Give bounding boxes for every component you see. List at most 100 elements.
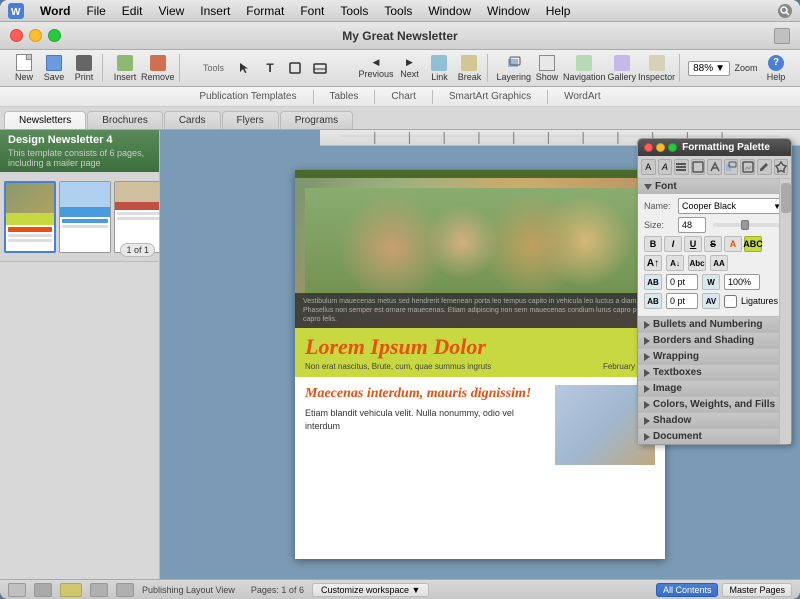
link-button[interactable]: Link <box>425 54 453 82</box>
maximize-button[interactable] <box>48 29 61 42</box>
menu-view[interactable]: View <box>158 4 184 18</box>
menu-work[interactable]: Window <box>487 4 530 18</box>
remove-button[interactable]: Remove <box>141 54 175 82</box>
status-view-btn-1[interactable] <box>8 583 26 597</box>
palette-close[interactable] <box>644 143 653 152</box>
ab2-btn[interactable]: AB <box>644 293 662 309</box>
textboxes-section-header[interactable]: Textboxes <box>638 365 791 381</box>
palette-btn-3[interactable] <box>674 159 689 175</box>
menu-window[interactable]: Window <box>428 4 471 18</box>
gallery-button[interactable]: Gallery <box>608 54 637 82</box>
doc-headline[interactable]: Lorem Ipsum Dolor <box>305 334 655 360</box>
status-view-btn-3[interactable] <box>90 583 108 597</box>
previous-button[interactable]: ◀ Previous <box>358 54 393 82</box>
palette-zoom[interactable] <box>668 143 677 152</box>
palette-btn-7[interactable] <box>740 159 755 175</box>
palette-btn-6[interactable] <box>724 159 739 175</box>
shadow-section-header[interactable]: Shadow <box>638 413 791 429</box>
tab-programs[interactable]: Programs <box>280 111 353 129</box>
print-button[interactable]: Print <box>70 54 98 82</box>
layering-button[interactable]: Layering <box>496 54 531 82</box>
color-A-button[interactable]: A <box>724 236 742 252</box>
document-section-header[interactable]: Document <box>638 429 791 444</box>
ligatures-checkbox[interactable] <box>724 295 737 308</box>
colors-section-header[interactable]: Colors, Weights, and Fills <box>638 397 791 413</box>
ribbon-chart[interactable]: Chart <box>391 91 415 102</box>
palette-btn-5[interactable] <box>707 159 722 175</box>
menu-word[interactable]: Word <box>40 4 70 18</box>
image-tool[interactable] <box>309 54 331 82</box>
status-layout-btn[interactable] <box>60 583 82 597</box>
palette-minimize[interactable] <box>656 143 665 152</box>
thumbnail-1[interactable] <box>4 181 56 253</box>
save-button[interactable]: Save <box>40 54 68 82</box>
thumbnail-3[interactable] <box>114 181 159 253</box>
larger-btn[interactable]: A↑ <box>644 255 662 271</box>
palette-btn-8[interactable] <box>757 159 772 175</box>
slider-thumb[interactable] <box>741 220 749 230</box>
caps-btn[interactable]: Abc <box>688 255 706 271</box>
italic-button[interactable]: I <box>664 236 682 252</box>
tab-newsletters[interactable]: Newsletters <box>4 111 86 129</box>
status-view-btn-4[interactable] <box>116 583 134 597</box>
bold-button[interactable]: B <box>644 236 662 252</box>
link-tool[interactable] <box>284 54 306 82</box>
insert-button[interactable]: Insert <box>111 54 139 82</box>
tab-cards[interactable]: Cards <box>164 111 221 129</box>
av-btn[interactable]: AV <box>702 293 720 309</box>
close-button[interactable] <box>10 29 23 42</box>
spacing-input[interactable] <box>666 274 698 290</box>
menu-insert[interactable]: Insert <box>200 4 230 18</box>
palette-scrollbar[interactable] <box>779 179 791 444</box>
indent-input[interactable] <box>666 293 698 309</box>
font-name-dropdown[interactable]: Cooper Black ▼ <box>678 198 785 214</box>
ribbon-wordart[interactable]: WordArt <box>564 91 601 102</box>
minimize-button[interactable] <box>29 29 42 42</box>
font-size-slider[interactable] <box>713 223 782 227</box>
tab-brochures[interactable]: Brochures <box>87 111 163 129</box>
menu-file[interactable]: File <box>86 4 105 18</box>
font-section-header[interactable]: Font <box>638 179 791 194</box>
break-button[interactable]: Break <box>455 54 483 82</box>
strikethrough-button[interactable]: S <box>704 236 722 252</box>
palette-btn-1[interactable]: A <box>641 159 656 175</box>
image-section-header[interactable]: Image <box>638 381 791 397</box>
text-tool[interactable]: T <box>259 54 281 82</box>
inspector-button[interactable]: Inspector <box>638 54 675 82</box>
menu-edit[interactable]: Edit <box>122 4 143 18</box>
menu-font[interactable]: Font <box>300 4 324 18</box>
ribbon-tables[interactable]: Tables <box>330 91 359 102</box>
zoom-label-btn[interactable]: Zoom <box>732 54 760 82</box>
ribbon-smartart[interactable]: SmartArt Graphics <box>449 91 531 102</box>
next-button[interactable]: ▶ Next <box>395 54 423 82</box>
bullets-section-header[interactable]: Bullets and Numbering <box>638 317 791 333</box>
highlight-button[interactable]: ABC <box>744 236 762 252</box>
zoom-display[interactable]: 88% ▼ <box>688 61 730 76</box>
navigation-button[interactable]: Navigation <box>563 54 606 82</box>
show-button[interactable]: Show <box>533 54 561 82</box>
palette-btn-4[interactable] <box>691 159 706 175</box>
borders-section-header[interactable]: Borders and Shading <box>638 333 791 349</box>
menu-tools[interactable]: Tools <box>340 4 368 18</box>
help-button[interactable]: ? Help <box>762 54 790 82</box>
tab-flyers[interactable]: Flyers <box>222 111 279 129</box>
cursor-tool[interactable] <box>234 54 256 82</box>
underline-button[interactable]: U <box>684 236 702 252</box>
width-input[interactable] <box>724 274 760 290</box>
palette-scroll-thumb[interactable] <box>781 183 791 213</box>
palette-btn-9[interactable] <box>774 159 789 175</box>
thumbnail-2[interactable] <box>59 181 111 253</box>
ribbon-pub-templates[interactable]: Publication Templates <box>199 91 296 102</box>
menu-format[interactable]: Format <box>246 4 284 18</box>
allcaps-btn[interactable]: AA <box>710 255 728 271</box>
wrapping-section-header[interactable]: Wrapping <box>638 349 791 365</box>
status-view-btn-2[interactable] <box>34 583 52 597</box>
customize-button[interactable]: Customize workspace ▼ <box>312 583 429 597</box>
wv-btn[interactable]: W <box>702 274 720 290</box>
master-pages-button[interactable]: Master Pages <box>722 583 792 597</box>
menu-table[interactable]: Tools <box>384 4 412 18</box>
spotlight-icon[interactable] <box>778 4 792 18</box>
all-contents-button[interactable]: All Contents <box>656 583 719 597</box>
title-right-btn[interactable] <box>774 28 790 44</box>
ab-btn[interactable]: AB <box>644 274 662 290</box>
